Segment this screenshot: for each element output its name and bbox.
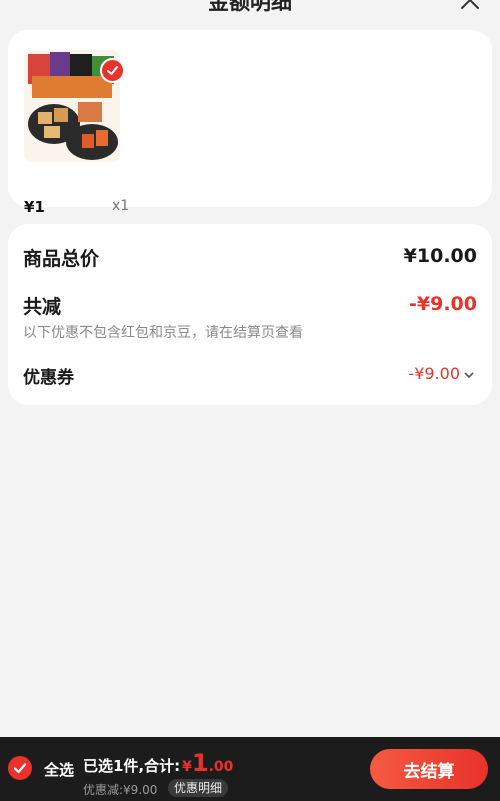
detail-link[interactable]: 优惠明细 bbox=[168, 779, 229, 797]
reduce-label: 共减 bbox=[23, 296, 62, 318]
total-amount-int: 1 bbox=[191, 749, 209, 777]
discount-text: 优惠减:¥9.00 bbox=[83, 783, 158, 797]
discount-note: 以下优惠不包含红包和京豆，请在结算页查看 bbox=[23, 325, 303, 341]
select-all-label[interactable]: 全选 bbox=[44, 759, 74, 780]
product-card: ¥1 x1 bbox=[8, 30, 492, 216]
product-check-icon[interactable] bbox=[100, 58, 125, 83]
total-currency: ¥ bbox=[182, 759, 192, 775]
coupon-label: 优惠券 bbox=[23, 368, 74, 388]
product-price: ¥1 bbox=[24, 198, 45, 216]
reduce-value: -¥9.00 bbox=[409, 293, 477, 315]
bottom-bar: 全选 已选1件,合计: ¥ 1 .00 优惠减:¥9.00 优惠明细 去结算 bbox=[0, 737, 500, 801]
total-amount-dec: .00 bbox=[208, 759, 234, 775]
header: 金额明细 bbox=[0, 0, 500, 18]
selected-summary: 已选1件,合计: ¥ 1 .00 bbox=[83, 749, 234, 777]
close-icon[interactable] bbox=[458, 0, 482, 12]
selected-text: 已选1件,合计: bbox=[83, 757, 181, 775]
chevron-down-icon bbox=[464, 364, 474, 383]
coupon-value: -¥9.00 bbox=[408, 364, 460, 383]
summary-card: 商品总价 ¥10.00 共减 -¥9.00 以下优惠不包含红包和京豆，请在结算页… bbox=[8, 224, 492, 405]
checkout-button[interactable]: 去结算 bbox=[370, 749, 488, 789]
coupon-row[interactable]: -¥9.00 bbox=[408, 364, 474, 383]
product-quantity: x1 bbox=[112, 198, 130, 214]
total-value: ¥10.00 bbox=[403, 245, 477, 267]
page-title: 金额明细 bbox=[208, 0, 292, 14]
select-all-check-icon[interactable] bbox=[8, 756, 32, 780]
total-label: 商品总价 bbox=[23, 248, 100, 270]
